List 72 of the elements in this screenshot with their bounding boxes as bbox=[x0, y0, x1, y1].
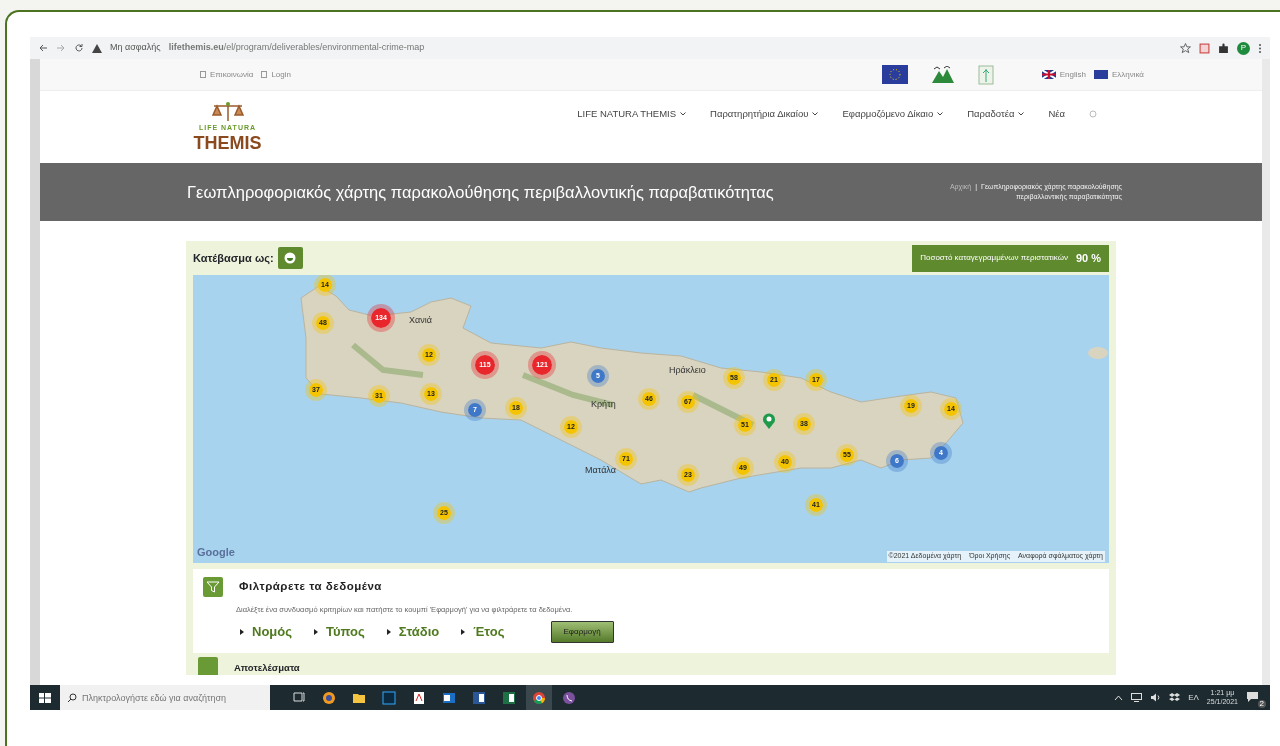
language-link[interactable]: Ελληνικά bbox=[1111, 68, 1144, 81]
spreadsheet-icon bbox=[501, 689, 517, 706]
browser-icon bbox=[321, 689, 337, 706]
filter-title: Φιλτράρετε τα δεδομένα bbox=[239, 578, 382, 594]
scrollbar[interactable] bbox=[1262, 59, 1270, 685]
puzzle-icon[interactable] bbox=[1218, 42, 1229, 54]
place-label: Κρήτη bbox=[591, 397, 616, 411]
flag-icon bbox=[1041, 70, 1056, 79]
triangle-icon bbox=[314, 628, 318, 635]
document-icon bbox=[471, 689, 487, 706]
place-label: Ηράκλειο bbox=[669, 363, 706, 377]
menu-icon[interactable] bbox=[1258, 42, 1262, 54]
caret-icon bbox=[937, 112, 944, 117]
caret-icon bbox=[812, 112, 819, 117]
download-button[interactable] bbox=[277, 247, 303, 270]
dropbox-icon[interactable] bbox=[1169, 693, 1181, 702]
taskbar-search-field[interactable]: Πληκτρολογήστε εδώ για αναζήτηση bbox=[60, 685, 270, 710]
page-icon bbox=[200, 71, 206, 78]
security-label[interactable]: Μη ασφαλής bbox=[110, 41, 161, 55]
filter-option[interactable]: Στάδιο bbox=[398, 622, 440, 642]
page-icon bbox=[261, 71, 268, 78]
logo-title: THEMIS bbox=[193, 133, 262, 152]
download-icon bbox=[284, 252, 297, 265]
chrome-icon bbox=[531, 689, 547, 706]
nav-link[interactable]: Νέα bbox=[1048, 107, 1065, 122]
download-label: Κατέβασμα ως: bbox=[193, 251, 274, 266]
stat-label: Ποσοστό καταγεγραμμένων περιστατικών bbox=[920, 252, 1068, 265]
filter-option[interactable]: Τύπος bbox=[326, 622, 365, 642]
top-link[interactable]: Επικοινωνία bbox=[210, 68, 254, 81]
filter-option[interactable]: Έτος bbox=[473, 622, 505, 642]
photo-editor-icon bbox=[381, 689, 397, 706]
location-pin-icon bbox=[762, 412, 776, 429]
top-link[interactable]: Login bbox=[271, 68, 291, 81]
apply-button[interactable]: Εφαρμογή bbox=[550, 620, 614, 643]
notification-count: 2 bbox=[1257, 699, 1266, 708]
chevron-up-icon[interactable] bbox=[1114, 694, 1124, 701]
network-icon[interactable] bbox=[1131, 693, 1143, 702]
notification-icon[interactable] bbox=[1246, 690, 1259, 702]
triangle-icon bbox=[386, 628, 391, 635]
warning-icon bbox=[92, 43, 102, 53]
shield-icon[interactable] bbox=[1199, 42, 1210, 54]
map-logo: Google bbox=[197, 545, 235, 560]
flag-icon bbox=[1093, 70, 1108, 79]
profile-avatar[interactable]: P bbox=[1237, 41, 1250, 55]
back-icon[interactable] bbox=[38, 43, 48, 53]
eu-flag-icon bbox=[881, 65, 908, 84]
star-icon[interactable] bbox=[1180, 42, 1191, 54]
place-label: Χανιά bbox=[409, 313, 432, 327]
reload-icon[interactable] bbox=[74, 43, 84, 53]
speaker-icon[interactable] bbox=[1150, 693, 1162, 702]
caret-icon bbox=[680, 112, 687, 117]
filter-icon bbox=[203, 576, 223, 597]
pdf-icon bbox=[411, 689, 427, 706]
language-link[interactable]: English bbox=[1059, 68, 1086, 81]
page-title: Γεωπληροφοριακός χάρτης παρακολούθησης περιβαλλοντικής παραβατικότητας bbox=[187, 181, 774, 203]
nav-link[interactable]: Παραδοτέα bbox=[967, 107, 1025, 122]
phone-app-icon bbox=[561, 689, 577, 706]
results-title: Αποτελέσματα bbox=[234, 660, 300, 675]
scales-logo-icon bbox=[210, 101, 245, 123]
mountain-logo-icon bbox=[931, 66, 954, 83]
filter-option[interactable]: Νομός bbox=[252, 622, 292, 642]
caret-icon bbox=[1018, 112, 1025, 117]
input-language[interactable]: ΕΛ bbox=[1188, 691, 1199, 704]
triangle-icon bbox=[461, 628, 466, 635]
triangle-icon bbox=[240, 628, 244, 635]
stat-value: 90 % bbox=[1075, 251, 1101, 266]
nav-link[interactable]: Παρατηρητήρια Δικαίου bbox=[710, 107, 819, 122]
place-label: Ματάλα bbox=[585, 463, 616, 477]
results-icon bbox=[198, 656, 218, 675]
nav-link[interactable]: LIFE NATURA THEMIS bbox=[577, 107, 687, 122]
nav-link[interactable]: Εφαρμοζόμενο Δίκαιο bbox=[842, 107, 944, 122]
url-text[interactable]: lifethemis.eu/el/program/deliverables/environmental-crime-map bbox=[168, 41, 425, 55]
